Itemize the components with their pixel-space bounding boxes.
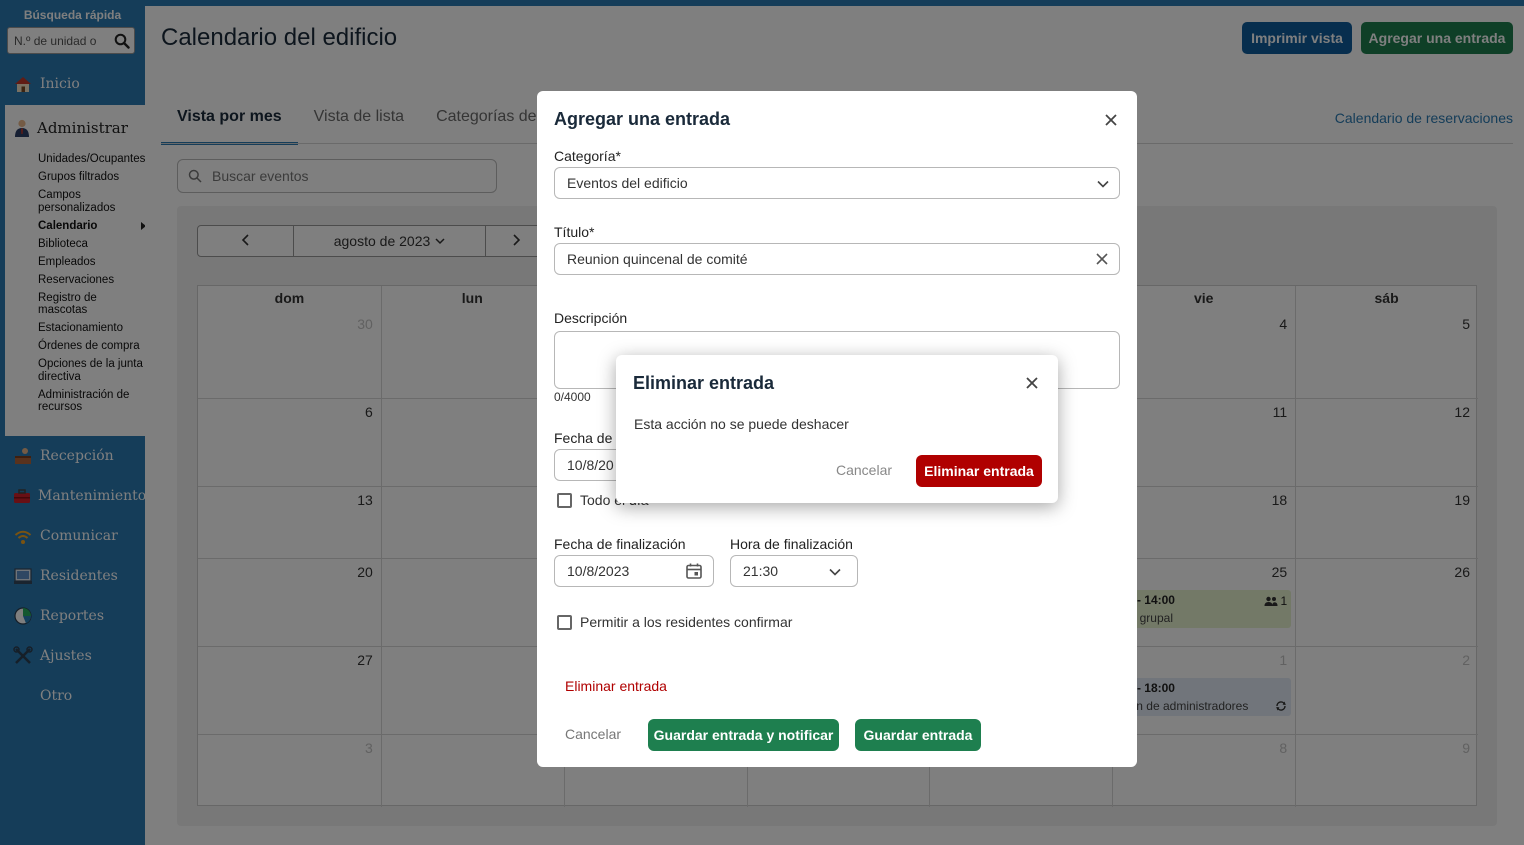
end-time-select[interactable]: 21:30 [730, 555, 858, 587]
chevron-down-icon [829, 568, 841, 576]
confirm-delete-button[interactable]: Eliminar entrada [916, 455, 1042, 487]
modal-title: Agregar una entrada [554, 109, 731, 129]
close-icon[interactable] [1024, 375, 1040, 391]
end-time-value: 21:30 [743, 563, 779, 579]
close-icon[interactable] [1102, 111, 1120, 129]
description-counter: 0/4000 [554, 390, 591, 404]
calendar-icon[interactable] [685, 562, 703, 580]
start-date-value: 10/8/20 [567, 457, 614, 473]
start-date-label: Fecha de i [554, 430, 620, 446]
allow-confirm-checkbox-row[interactable]: Permitir a los residentes confirmar [557, 614, 792, 630]
confirm-cancel-button[interactable]: Cancelar [836, 462, 892, 478]
title-input[interactable]: Reunion quincenal de comité [554, 243, 1120, 275]
all-day-checkbox[interactable] [557, 492, 572, 508]
end-time-label: Hora de finalización [730, 536, 853, 552]
end-date-value: 10/8/2023 [567, 563, 630, 579]
allow-confirm-checkbox[interactable] [557, 614, 572, 630]
save-entry-button[interactable]: Guardar entrada [855, 719, 981, 751]
category-label: Categoría* [554, 148, 621, 164]
category-value: Eventos del edificio [567, 175, 688, 191]
delete-confirm-dialog: Eliminar entrada Esta acción no se puede… [616, 355, 1058, 503]
save-and-notify-button[interactable]: Guardar entrada y notificar [648, 719, 839, 751]
title-value: Reunion quincenal de comité [567, 251, 748, 267]
delete-entry-link[interactable]: Eliminar entrada [565, 678, 667, 694]
end-date-label: Fecha de finalización [554, 536, 686, 552]
description-label: Descripción [554, 310, 628, 326]
confirm-title: Eliminar entrada [633, 373, 775, 393]
confirm-message: Esta acción no se puede deshacer [634, 416, 849, 432]
clear-icon[interactable] [1095, 252, 1109, 266]
cancel-button[interactable]: Cancelar [565, 726, 621, 742]
chevron-down-icon [1097, 180, 1109, 188]
allow-confirm-label: Permitir a los residentes confirmar [580, 614, 793, 630]
title-label: Título* [554, 224, 595, 240]
end-date-input[interactable]: 10/8/2023 [554, 555, 714, 587]
category-select[interactable]: Eventos del edificio [554, 167, 1120, 199]
